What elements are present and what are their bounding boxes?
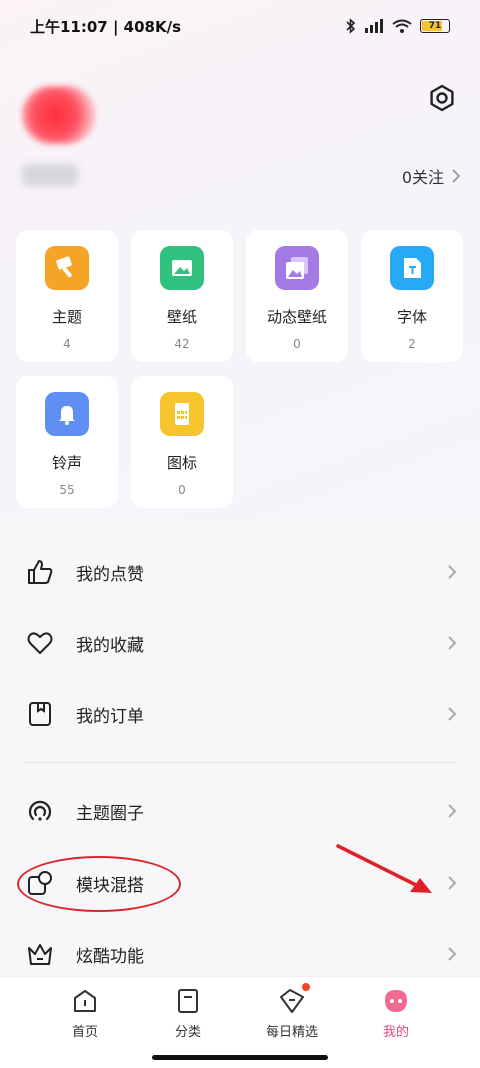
follow-count-label: 0关注 bbox=[401, 168, 444, 187]
circle-community-icon bbox=[28, 800, 52, 821]
tab-label: 每日精选 bbox=[265, 1025, 318, 1040]
tile-count: 0 bbox=[178, 483, 186, 497]
bookmark-icon bbox=[29, 702, 51, 726]
crown-icon bbox=[28, 944, 52, 965]
chevron-right-icon bbox=[448, 565, 457, 579]
chevron-right-icon bbox=[448, 947, 457, 961]
settings-gear-icon[interactable] bbox=[428, 84, 456, 112]
tile-count: 42 bbox=[174, 337, 190, 351]
tab-me[interactable]: 我的 bbox=[351, 987, 441, 1040]
status-icons: 71 bbox=[346, 18, 450, 34]
annotation-ellipse bbox=[17, 856, 181, 912]
tile-wallpaper[interactable]: 壁纸 42 bbox=[131, 230, 233, 362]
tile-icons[interactable]: 图标 0 bbox=[131, 376, 233, 508]
tab-label: 分类 bbox=[174, 1025, 201, 1040]
brush-icon bbox=[45, 246, 89, 290]
menu-item-label: 我的点赞 bbox=[76, 564, 144, 585]
tile-label: 图标 bbox=[166, 454, 197, 472]
menu-item-cool-features[interactable]: 炫酷功能 bbox=[0, 924, 480, 984]
tile-label: 动态壁纸 bbox=[266, 308, 327, 326]
menu-item-label: 炫酷功能 bbox=[76, 946, 144, 967]
menu-item-label: 我的订单 bbox=[76, 706, 144, 727]
thumbs-up-icon bbox=[28, 560, 53, 584]
wifi-icon bbox=[392, 19, 412, 33]
menu-item-label: 我的收藏 bbox=[76, 635, 144, 656]
tile-count: 0 bbox=[293, 337, 301, 351]
tile-count: 2 bbox=[408, 337, 416, 351]
tile-label: 字体 bbox=[396, 308, 427, 326]
heart-icon bbox=[27, 632, 53, 654]
username bbox=[22, 164, 78, 186]
layered-image-icon bbox=[275, 246, 319, 290]
tile-label: 铃声 bbox=[51, 454, 82, 472]
status-bar: 上午11:07 | 408K/s 71 bbox=[0, 0, 480, 52]
chevron-right-icon bbox=[448, 707, 457, 721]
bell-icon bbox=[45, 392, 89, 436]
follow-count-link[interactable]: 0关注 bbox=[402, 164, 460, 188]
chevron-right-icon bbox=[448, 636, 457, 650]
home-icon bbox=[74, 990, 96, 1012]
annotation-arrow-icon bbox=[336, 844, 432, 893]
tile-count: 4 bbox=[63, 337, 71, 351]
tab-daily-picks[interactable]: 每日精选 bbox=[247, 983, 337, 1040]
avatar[interactable] bbox=[22, 86, 96, 144]
tab-label: 我的 bbox=[382, 1025, 409, 1040]
menu-item-favorites[interactable]: 我的收藏 bbox=[0, 613, 480, 673]
image-icon bbox=[160, 246, 204, 290]
font-file-icon bbox=[390, 246, 434, 290]
menu-item-orders[interactable]: 我的订单 bbox=[0, 684, 480, 744]
chevron-right-icon bbox=[452, 169, 460, 183]
profile-icon bbox=[385, 990, 407, 1012]
menu-item-theme-circle[interactable]: 主题圈子 bbox=[0, 781, 480, 841]
daily-pick-icon bbox=[278, 983, 310, 1015]
battery-icon: 71 bbox=[420, 19, 450, 33]
menu-item-likes[interactable]: 我的点赞 bbox=[0, 542, 480, 602]
tab-home[interactable]: 首页 bbox=[40, 987, 130, 1040]
status-time-speed: 上午11:07 | 408K/s bbox=[30, 17, 182, 36]
tile-label: 主题 bbox=[51, 308, 82, 326]
divider bbox=[22, 762, 458, 763]
bluetooth-icon bbox=[346, 18, 356, 34]
tile-count: 55 bbox=[59, 483, 75, 497]
tile-live-wallpaper[interactable]: 动态壁纸 0 bbox=[246, 230, 348, 362]
chevron-right-icon bbox=[448, 804, 457, 818]
tile-label: 壁纸 bbox=[166, 308, 197, 326]
category-icon bbox=[178, 989, 198, 1013]
app-grid-icon bbox=[160, 392, 204, 436]
tile-theme[interactable]: 主题 4 bbox=[16, 230, 118, 362]
signal-icon bbox=[365, 19, 383, 33]
chevron-right-icon bbox=[448, 876, 457, 890]
home-indicator[interactable] bbox=[152, 1055, 328, 1060]
tile-font[interactable]: 字体 2 bbox=[361, 230, 463, 362]
tab-label: 首页 bbox=[71, 1025, 98, 1040]
menu-item-label: 主题圈子 bbox=[76, 803, 144, 824]
tab-category[interactable]: 分类 bbox=[143, 987, 233, 1040]
notification-dot bbox=[302, 983, 310, 991]
tile-ringtone[interactable]: 铃声 55 bbox=[16, 376, 118, 508]
